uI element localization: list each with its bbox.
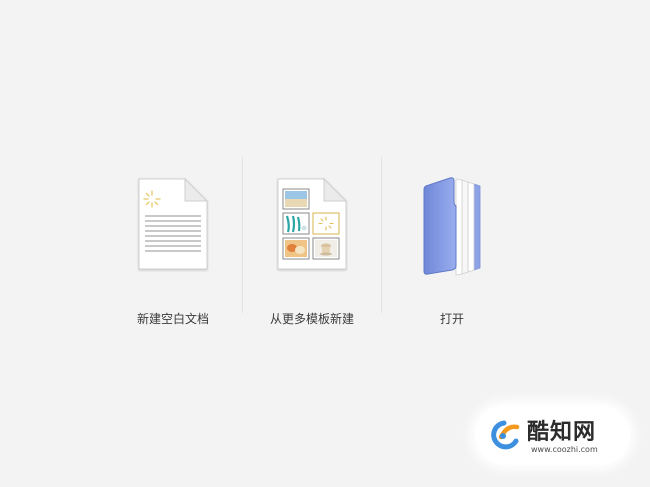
watermark-brand: 酷知网: [527, 420, 597, 445]
watermark: 酷知网 www.coozhi.com: [475, 405, 630, 465]
open-label: 打开: [439, 312, 464, 326]
open-button[interactable]: 打开: [382, 170, 522, 340]
coozhi-logo-icon: [491, 420, 520, 450]
new-blank-document-button[interactable]: 新建空白文档: [103, 170, 243, 340]
new-from-template-button[interactable]: 从更多模板新建: [242, 170, 382, 340]
new-from-template-label: 从更多模板新建: [269, 312, 354, 326]
folder-icon: [423, 177, 481, 276]
blank-document-icon: [138, 177, 209, 270]
template-document-icon: [277, 177, 348, 270]
watermark-url: www.coozhi.com: [531, 445, 598, 454]
new-blank-document-label: 新建空白文档: [136, 312, 209, 326]
